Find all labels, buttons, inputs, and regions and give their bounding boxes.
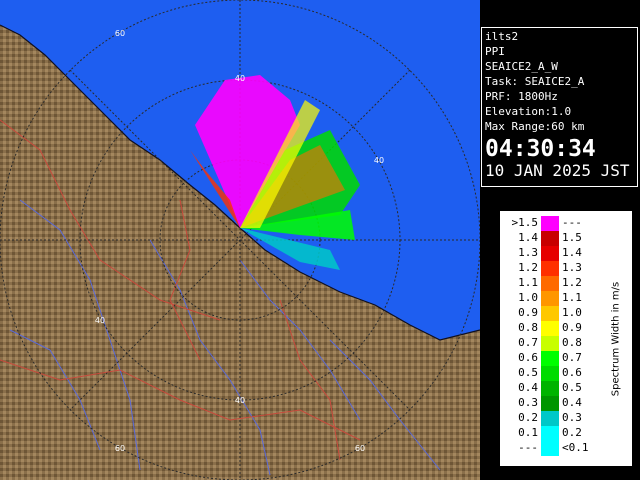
ring-label-40-south: 40 [235, 396, 245, 405]
legend-lower-bound: 1.4 [518, 231, 538, 244]
legend-upper-bound: 1.0 [562, 306, 582, 319]
legend-row: 1.0 1.1 [500, 291, 600, 306]
legend-color-swatch [541, 231, 559, 246]
legend-color-swatch [541, 351, 559, 366]
legend-color-swatch [541, 381, 559, 396]
legend-row: 0.7 0.8 [500, 336, 600, 351]
product-type: PPI [485, 45, 505, 58]
legend-upper-bound: 0.8 [562, 336, 582, 349]
legend-color-swatch [541, 336, 559, 351]
scan-time: 04:30:34 [485, 136, 596, 162]
legend-color-swatch [541, 366, 559, 381]
legend-lower-bound: 0.6 [518, 351, 538, 364]
legend-row: 0.8 0.9 [500, 321, 600, 336]
legend-upper-bound: 0.2 [562, 426, 582, 439]
legend-color-swatch [541, 441, 559, 456]
legend-lower-bound: 1.3 [518, 246, 538, 259]
legend-upper-bound: 1.5 [562, 231, 582, 244]
legend-color-swatch [541, 276, 559, 291]
elevation-value: Elevation:1.0 [485, 105, 572, 118]
legend-row: 1.4 1.5 [500, 231, 600, 246]
legend-lower-bound: 1.1 [518, 276, 538, 289]
legend-row: 0.1 0.2 [500, 426, 600, 441]
legend-upper-bound: 1.4 [562, 246, 582, 259]
legend-color-swatch [541, 396, 559, 411]
legend-row: --- <0.1 [500, 441, 600, 456]
ring-label-40-north: 40 [235, 74, 245, 83]
legend-lower-bound: >1.5 [511, 216, 539, 229]
legend-upper-bound: 0.5 [562, 381, 582, 394]
legend-color-swatch [541, 306, 559, 321]
legend-row: 0.2 0.3 [500, 411, 600, 426]
legend-upper-bound: 0.7 [562, 351, 582, 364]
legend-color-swatch [541, 261, 559, 276]
legend-color-swatch [541, 426, 559, 441]
legend-row: 0.4 0.5 [500, 381, 600, 396]
legend-color-swatch [541, 216, 559, 231]
legend-upper-bound: 1.2 [562, 276, 582, 289]
legend-row: 0.3 0.4 [500, 396, 600, 411]
radar-name: ilts2 [485, 30, 519, 43]
ring-label-60-sw: 60 [115, 444, 125, 453]
legend-lower-bound: 0.5 [518, 366, 538, 379]
legend-lower-bound: 1.0 [518, 291, 538, 304]
legend-upper-bound: 1.1 [562, 291, 582, 304]
legend-row: 1.3 1.4 [500, 246, 600, 261]
legend-upper-bound: 0.6 [562, 366, 582, 379]
legend-upper-bound: 0.9 [562, 321, 582, 334]
legend-color-swatch [541, 321, 559, 336]
scan-info-panel: ilts2 PPI SEAICE2_A_W Task: SEAICE2_A PR… [481, 27, 638, 187]
radar-ppi-display[interactable]: 40 40 40 40 60 60 60 [0, 0, 480, 480]
legend-row: 0.5 0.6 [500, 366, 600, 381]
legend-lower-bound: 0.7 [518, 336, 538, 349]
max-range-value: Max Range:60 km [485, 120, 585, 133]
legend-row: 0.6 0.7 [500, 351, 600, 366]
legend-lower-bound: --- [518, 441, 538, 454]
spectrum-width-legend: >1.5 --- 1.4 1.5 1.3 1.4 1.2 1.3 1.1 1.2 1.0 1.1 0.9… [499, 210, 633, 467]
ring-label-40-east: 40 [374, 156, 384, 165]
legend-lower-bound: 0.4 [518, 381, 538, 394]
task-name: Task: SEAICE2_A [485, 75, 585, 88]
legend-color-swatch [541, 246, 559, 261]
scan-name: SEAICE2_A_W [485, 60, 558, 73]
legend-lower-bound: 0.9 [518, 306, 538, 319]
legend-row: >1.5 --- [500, 216, 600, 231]
legend-lower-bound: 0.3 [518, 396, 538, 409]
ring-label-40-west: 40 [95, 316, 105, 325]
legend-row: 0.9 1.0 [500, 306, 600, 321]
prf-value: PRF: 1800Hz [485, 90, 558, 103]
legend-upper-bound: 0.4 [562, 396, 582, 409]
ring-label-60-nw: 60 [115, 29, 125, 38]
legend-color-swatch [541, 411, 559, 426]
legend-lower-bound: 0.8 [518, 321, 538, 334]
legend-color-swatch [541, 291, 559, 306]
legend-title: Spectrum Width in m/s [610, 281, 622, 397]
legend-row: 1.2 1.3 [500, 261, 600, 276]
legend-lower-bound: 0.2 [518, 411, 538, 424]
legend-lower-bound: 0.1 [518, 426, 538, 439]
scan-date: 10 JAN 2025 JST [485, 161, 630, 180]
legend-upper-bound: --- [562, 216, 582, 229]
legend-lower-bound: 1.2 [518, 261, 538, 274]
legend-upper-bound: 0.3 [562, 411, 582, 424]
legend-upper-bound: <0.1 [562, 441, 589, 454]
legend-upper-bound: 1.3 [562, 261, 582, 274]
legend-row: 1.1 1.2 [500, 276, 600, 291]
ring-label-60-se: 60 [355, 444, 365, 453]
